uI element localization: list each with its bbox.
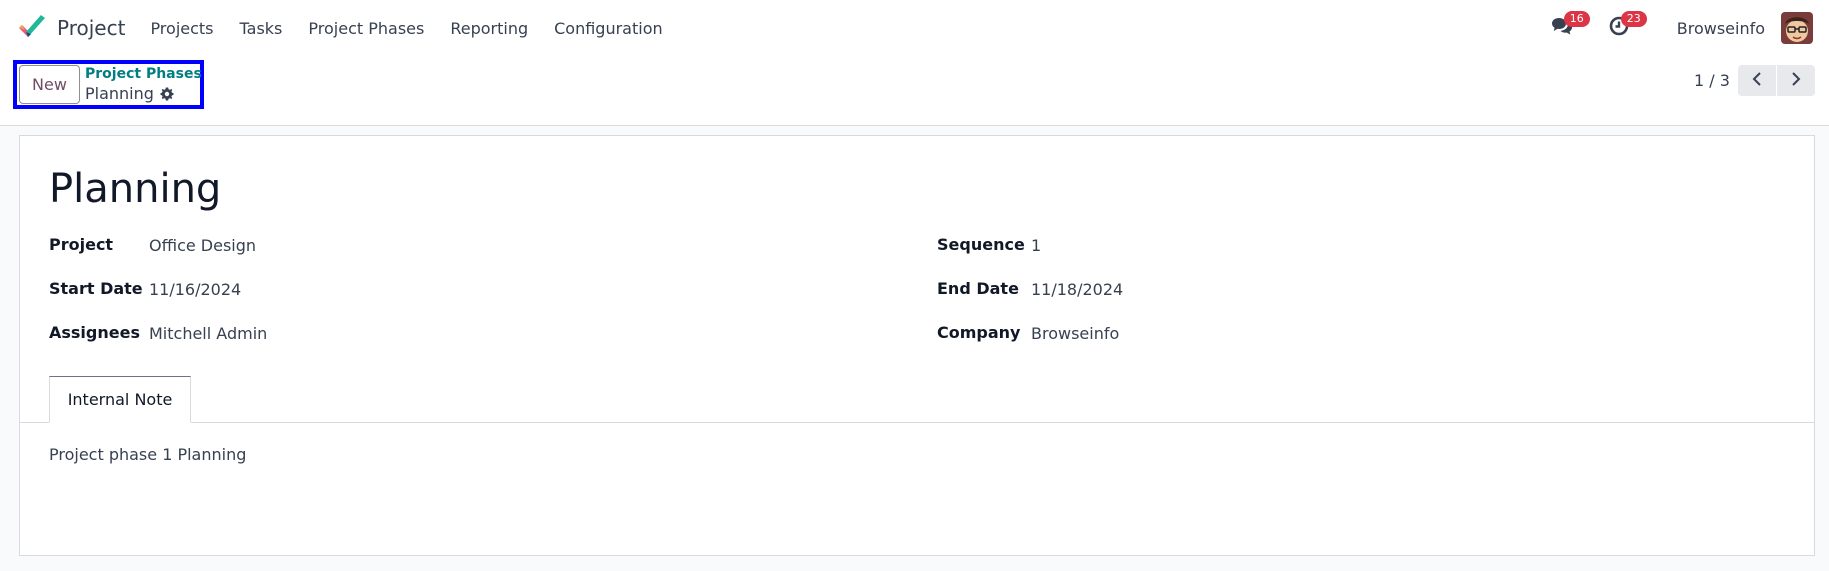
menu-reporting[interactable]: Reporting bbox=[437, 19, 541, 38]
menu-project-phases[interactable]: Project Phases bbox=[295, 19, 437, 38]
start-date-field[interactable]: 11/16/2024 bbox=[149, 280, 241, 299]
messages-button[interactable]: 16 bbox=[1548, 11, 1590, 42]
start-date-label: Start Date bbox=[49, 279, 143, 298]
company-field[interactable]: Browseinfo bbox=[1031, 324, 1119, 343]
assignees-label: Assignees bbox=[49, 323, 140, 342]
form-sheet: Planning Project Office Design Start Dat… bbox=[19, 135, 1815, 556]
breadcrumb-project-phases[interactable]: Project Phases bbox=[85, 66, 202, 82]
messages-count-badge: 16 bbox=[1563, 11, 1590, 27]
project-label: Project bbox=[49, 235, 114, 254]
control-panel: New Project Phases Planning 1 / 3 bbox=[0, 56, 1829, 126]
user-menu-name[interactable]: Browseinfo bbox=[1677, 19, 1765, 38]
sequence-label: Sequence bbox=[937, 235, 1025, 254]
breadcrumb-current-label: Planning bbox=[85, 84, 154, 103]
pager-next-button[interactable] bbox=[1777, 65, 1815, 96]
activities-button[interactable]: 23 bbox=[1605, 11, 1647, 42]
new-button[interactable]: New bbox=[19, 65, 80, 104]
pager-previous-button[interactable] bbox=[1738, 65, 1776, 96]
breadcrumb-current: Planning bbox=[85, 84, 174, 103]
pager-value[interactable]: 1 / 3 bbox=[1694, 71, 1730, 90]
app-brand[interactable]: Project bbox=[17, 14, 125, 42]
top-navbar: Project Projects Tasks Project Phases Re… bbox=[0, 0, 1829, 56]
menu-configuration[interactable]: Configuration bbox=[541, 19, 676, 38]
record-title[interactable]: Planning bbox=[49, 166, 221, 212]
menu-projects[interactable]: Projects bbox=[135, 19, 226, 38]
menu-tasks[interactable]: Tasks bbox=[227, 19, 296, 38]
company-label: Company bbox=[937, 323, 1021, 342]
sequence-field[interactable]: 1 bbox=[1031, 236, 1041, 255]
project-field[interactable]: Office Design bbox=[149, 236, 256, 255]
chevron-left-icon bbox=[1751, 71, 1763, 91]
chevron-right-icon bbox=[1790, 71, 1802, 91]
tab-internal-note[interactable]: Internal Note bbox=[49, 376, 191, 423]
end-date-field[interactable]: 11/18/2024 bbox=[1031, 280, 1123, 299]
end-date-label: End Date bbox=[937, 279, 1019, 298]
systray: 16 23 Browseinfo bbox=[1548, 0, 1829, 56]
internal-note-text[interactable]: Project phase 1 Planning bbox=[49, 445, 246, 464]
activities-count-badge: 23 bbox=[1620, 11, 1647, 27]
user-avatar[interactable] bbox=[1781, 12, 1813, 44]
app-name[interactable]: Project bbox=[57, 16, 125, 40]
gear-icon[interactable] bbox=[160, 87, 174, 101]
main-menu: Projects Tasks Project Phases Reporting … bbox=[135, 19, 675, 38]
project-logo-icon bbox=[17, 14, 47, 42]
assignees-field[interactable]: Mitchell Admin bbox=[149, 324, 267, 343]
tabs-divider bbox=[20, 422, 1814, 423]
